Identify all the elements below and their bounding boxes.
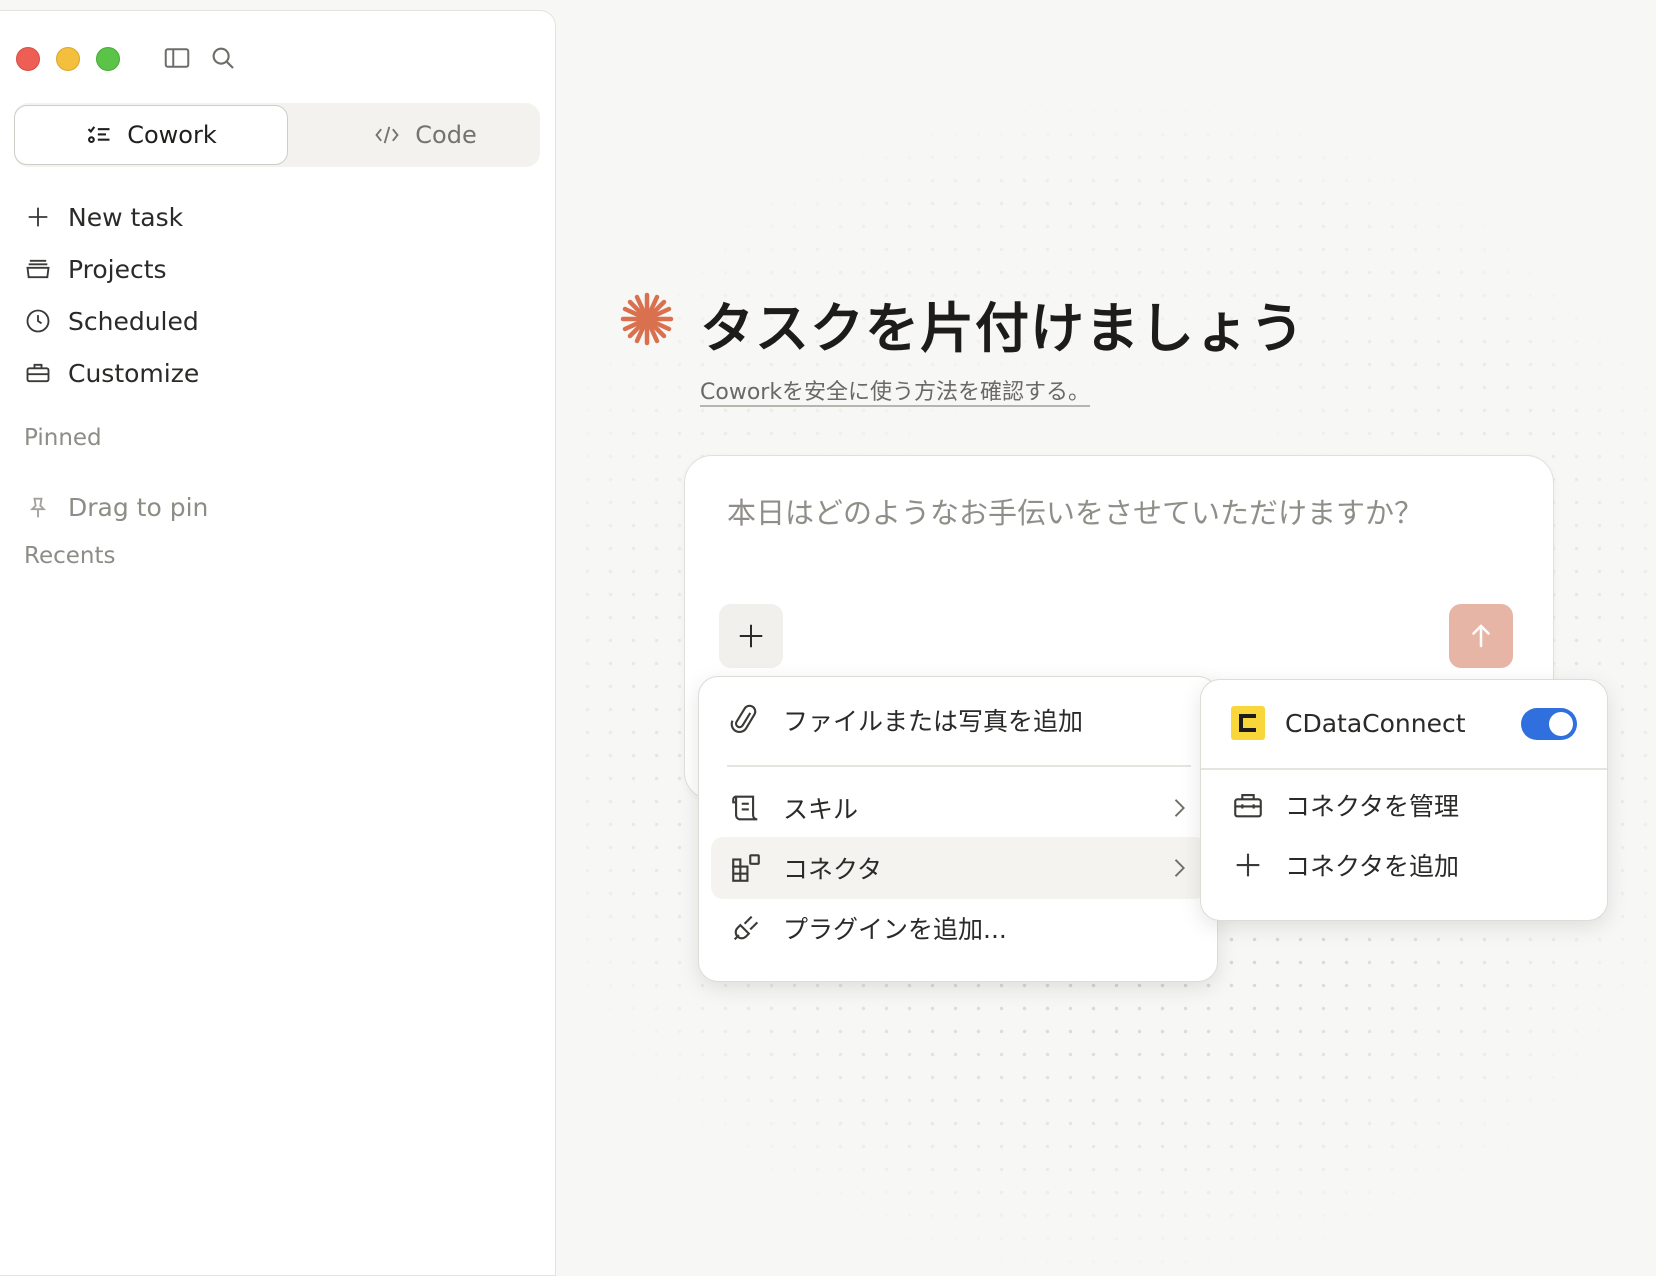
window-close-button[interactable]: [16, 47, 40, 71]
menu-item-add-file[interactable]: ファイルまたは写真を追加: [711, 689, 1207, 751]
composer-input[interactable]: [727, 496, 1507, 530]
plus-icon: [736, 621, 766, 651]
paperclip-icon: [729, 703, 763, 737]
pinned-placeholder: Drag to pin: [68, 493, 209, 522]
submenu-item-label: コネクタを追加: [1285, 852, 1460, 881]
connector-name: CDataConnect: [1285, 708, 1466, 738]
spark-logo-icon: [618, 290, 676, 348]
pin-icon: [24, 494, 52, 522]
plug-icon: [729, 911, 763, 945]
menu-item-label: コネクタ: [783, 855, 883, 884]
connectors-submenu: CDataConnect コネクタを管理 コネクタを追加: [1200, 679, 1608, 921]
sidebar-item-label: New task: [68, 202, 184, 232]
sidebar: Cowork Code New task Projects Scheduled …: [0, 10, 556, 1276]
menu-item-label: ファイルまたは写真を追加: [783, 707, 1084, 736]
menu-item-connectors[interactable]: コネクタ: [711, 837, 1207, 899]
sidebar-item-projects[interactable]: Projects: [24, 243, 199, 295]
chevron-right-icon: [1165, 853, 1193, 883]
safety-guide-link[interactable]: Coworkを安全に使う方法を確認する。: [700, 374, 1090, 406]
briefcase-icon: [24, 359, 52, 387]
code-icon: [373, 121, 401, 149]
arrow-up-icon: [1466, 621, 1496, 651]
sidebar-item-label: Projects: [68, 254, 167, 284]
sidebar-nav: New task Projects Scheduled Customize: [24, 191, 199, 399]
recents-heading: Recents: [24, 543, 116, 569]
chevron-right-icon: [1165, 793, 1193, 823]
sidebar-item-label: Customize: [68, 358, 200, 388]
mode-code-button[interactable]: Code: [288, 105, 562, 165]
send-button[interactable]: [1449, 604, 1513, 668]
cdata-logo-icon: [1231, 706, 1265, 740]
sidebar-item-label: Scheduled: [68, 306, 199, 336]
toolbox-icon: [1231, 788, 1265, 822]
submenu-item-label: コネクタを管理: [1285, 792, 1460, 821]
mode-cowork-button[interactable]: Cowork: [14, 105, 288, 165]
submenu-item-manage-connectors[interactable]: コネクタを管理: [1213, 774, 1597, 836]
menu-item-label: スキル: [783, 795, 859, 824]
pinned-heading: Pinned: [24, 425, 102, 451]
toggle-knob: [1549, 712, 1573, 736]
menu-item-skills[interactable]: スキル: [711, 777, 1207, 839]
add-menu: ファイルまたは写真を追加 スキル コネクタ プラグインを追加...: [698, 676, 1218, 982]
menu-divider: [727, 765, 1191, 767]
scroll-icon: [729, 791, 763, 825]
mode-toggle: Cowork Code: [14, 103, 540, 167]
menu-item-add-plugin[interactable]: プラグインを追加...: [711, 897, 1207, 959]
grid-plus-icon: [729, 851, 763, 885]
search-icon[interactable]: [208, 43, 238, 73]
plus-icon: [1231, 848, 1265, 882]
sidebar-toggle-icon[interactable]: [162, 43, 192, 73]
window-minimize-button[interactable]: [56, 47, 80, 71]
mode-cowork-label: Cowork: [127, 121, 217, 149]
menu-item-label: プラグインを追加...: [783, 915, 1007, 944]
submenu-divider: [1201, 768, 1607, 770]
submenu-item-add-connector[interactable]: コネクタを追加: [1213, 834, 1597, 896]
sidebar-item-scheduled[interactable]: Scheduled: [24, 295, 199, 347]
connector-enabled-toggle[interactable]: [1521, 708, 1577, 740]
main-area: タスクを片付けましょう Coworkを安全に使う方法を確認する。 本日はどのよう…: [556, 0, 1656, 1276]
sidebar-item-customize[interactable]: Customize: [24, 347, 199, 399]
tasks-icon: [85, 121, 113, 149]
folder-icon: [24, 255, 52, 283]
add-attachment-button[interactable]: [719, 604, 783, 668]
window-zoom-button[interactable]: [96, 47, 120, 71]
page-title: タスクを片付けましょう: [700, 297, 1305, 360]
clock-icon: [24, 307, 52, 335]
sidebar-item-new-task[interactable]: New task: [24, 191, 199, 243]
plus-icon: [24, 203, 52, 231]
mode-code-label: Code: [415, 121, 477, 149]
pinned-drop-zone[interactable]: Drag to pin: [24, 493, 208, 522]
